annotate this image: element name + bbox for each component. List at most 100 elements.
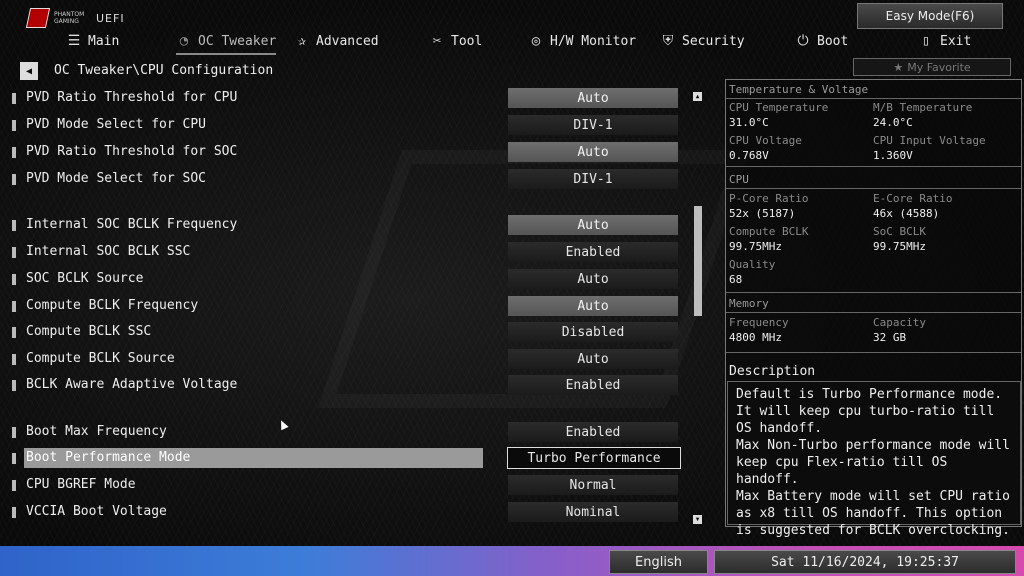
bullet-icon [12,274,16,285]
setting-row[interactable]: Internal SOC BCLK SSC Enabled [0,242,700,264]
temp-voltage-title: Temperature & Voltage [729,83,869,96]
setting-row[interactable]: VCCIA Boot Voltage Nominal [0,502,700,524]
tab-tool[interactable]: ✂ Tool [429,30,483,52]
pcore-ratio-label: P-Core Ratio [729,192,809,205]
setting-value-dropdown[interactable]: DIV-1 [508,115,678,135]
setting-row[interactable]: Compute BCLK Source Auto [0,349,700,371]
setting-value-dropdown[interactable]: Auto [508,296,678,316]
setting-label: SOC BCLK Source [26,271,144,286]
back-button[interactable]: ◀ [20,62,38,80]
setting-value-dropdown[interactable]: Enabled [508,242,678,262]
setting-row[interactable]: Internal SOC BCLK Frequency Auto [0,215,700,237]
cpu-voltage-value: 0.768V [729,149,769,162]
compute-bclk-label: Compute BCLK [729,225,809,238]
setting-value-dropdown[interactable]: DIV-1 [508,169,678,189]
setting-value-dropdown[interactable]: Auto [508,88,678,108]
tab-main[interactable]: ☰ Main [66,30,120,52]
monitor-icon: ◎ [531,33,541,49]
setting-row[interactable]: PVD Mode Select for CPU DIV-1 [0,115,700,137]
setting-row[interactable]: Boot Performance Mode Turbo Performance [0,447,700,470]
setting-row[interactable]: CPU BGREF Mode Normal [0,475,700,497]
divider [726,352,1021,353]
logo-uefi: UEFI [96,11,125,25]
logo-text: PHANTOM GAMING [54,11,85,25]
setting-value-dropdown[interactable]: Auto [508,142,678,162]
setting-label: VCCIA Boot Voltage [26,504,167,519]
setting-row[interactable]: PVD Mode Select for SOC DIV-1 [0,169,700,191]
setting-value-dropdown[interactable]: Turbo Performance [507,447,681,469]
setting-row[interactable]: PVD Ratio Threshold for SOC Auto [0,142,700,164]
exit-icon: ▯ [921,33,931,49]
setting-value-dropdown[interactable]: Auto [508,269,678,289]
setting-row[interactable]: SOC BCLK Source Auto [0,269,700,291]
memory-capacity-label: Capacity [873,316,926,329]
scrollbar-thumb[interactable] [694,206,702,316]
memory-frequency-value: 4800 MHz [729,331,782,344]
memory-frequency-label: Frequency [729,316,789,329]
setting-label: Boot Performance Mode [26,450,191,465]
divider [726,292,1021,293]
tab-label: Boot [817,33,849,49]
brand-logo: PHANTOM GAMING UEFI [25,8,125,28]
star-icon: ✰ [297,33,307,49]
ecore-ratio-label: E-Core Ratio [873,192,953,205]
divider [726,166,1021,167]
tab-oc-tweaker[interactable]: ◔ OC Tweaker [176,30,277,55]
setting-row[interactable]: BCLK Aware Adaptive Voltage Enabled [0,375,700,397]
setting-value-dropdown[interactable]: Nominal [508,502,678,522]
cpu-section-title: CPU [729,173,749,186]
setting-label: PVD Mode Select for SOC [26,171,207,186]
divider [726,98,1021,99]
bullet-icon [12,507,16,518]
tab-label: Security [682,33,745,49]
pcore-ratio-value: 52x (5187) [729,207,796,220]
bullet-icon [12,147,16,158]
setting-value-dropdown[interactable]: Normal [508,475,678,495]
setting-row[interactable]: Boot Max Frequency Enabled [0,422,700,444]
setting-value-dropdown[interactable]: Enabled [508,422,678,442]
bullet-icon [12,93,16,104]
mb-temp-label: M/B Temperature [873,101,973,114]
setting-value-dropdown[interactable]: Disabled [508,322,678,342]
setting-value-dropdown[interactable]: Auto [508,349,678,369]
bullet-icon [12,427,16,438]
scrollbar[interactable]: ▲ ▼ [693,92,702,524]
tab-label: Exit [940,33,972,49]
setting-label: PVD Ratio Threshold for SOC [26,144,238,159]
tab-hw-monitor[interactable]: ◎ H/W Monitor [528,30,636,52]
setting-value-dropdown[interactable]: Auto [508,215,678,235]
my-favorite-label: My Favorite [907,60,971,74]
memory-section-title: Memory [729,297,769,310]
language-button[interactable]: English [609,550,708,574]
my-favorite-button[interactable]: ★ My Favorite [853,58,1011,76]
easy-mode-button[interactable]: Easy Mode(F6) [857,3,1003,29]
bullet-icon [12,174,16,185]
setting-label: CPU BGREF Mode [26,477,136,492]
cpu-voltage-label: CPU Voltage [729,134,802,147]
tab-exit[interactable]: ▯ Exit [918,30,972,52]
phantom-gaming-logo-icon [25,8,51,28]
shield-icon: ⛨ [662,33,674,49]
compute-bclk-value: 99.75MHz [729,240,782,253]
divider [726,188,1021,189]
ecore-ratio-value: 46x (4588) [873,207,940,220]
tab-boot[interactable]: ⏻ Boot [795,30,848,52]
setting-row[interactable]: Compute BCLK SSC Disabled [0,322,700,344]
bullet-icon [12,247,16,258]
scroll-down-icon[interactable]: ▼ [693,515,702,524]
star-icon: ★ [893,60,904,74]
speedometer-icon: ◔ [179,33,189,49]
tab-advanced[interactable]: ✰ Advanced [294,30,379,52]
tab-security[interactable]: ⛨ Security [660,30,745,52]
cpu-input-voltage-label: CPU Input Voltage [873,134,986,147]
mb-temp-value: 24.0°C [873,116,913,129]
setting-label: Boot Max Frequency [26,424,167,439]
scroll-up-icon[interactable]: ▲ [693,92,702,101]
setting-label: Compute BCLK SSC [26,324,152,339]
cpu-input-voltage-value: 1.360V [873,149,913,162]
setting-value-dropdown[interactable]: Enabled [508,375,678,395]
setting-row[interactable]: PVD Ratio Threshold for CPU Auto [0,88,700,110]
datetime-display: Sat 11/16/2024, 19:25:37 [714,550,1016,574]
setting-row[interactable]: Compute BCLK Frequency Auto [0,296,700,318]
setting-label: BCLK Aware Adaptive Voltage [26,377,238,392]
